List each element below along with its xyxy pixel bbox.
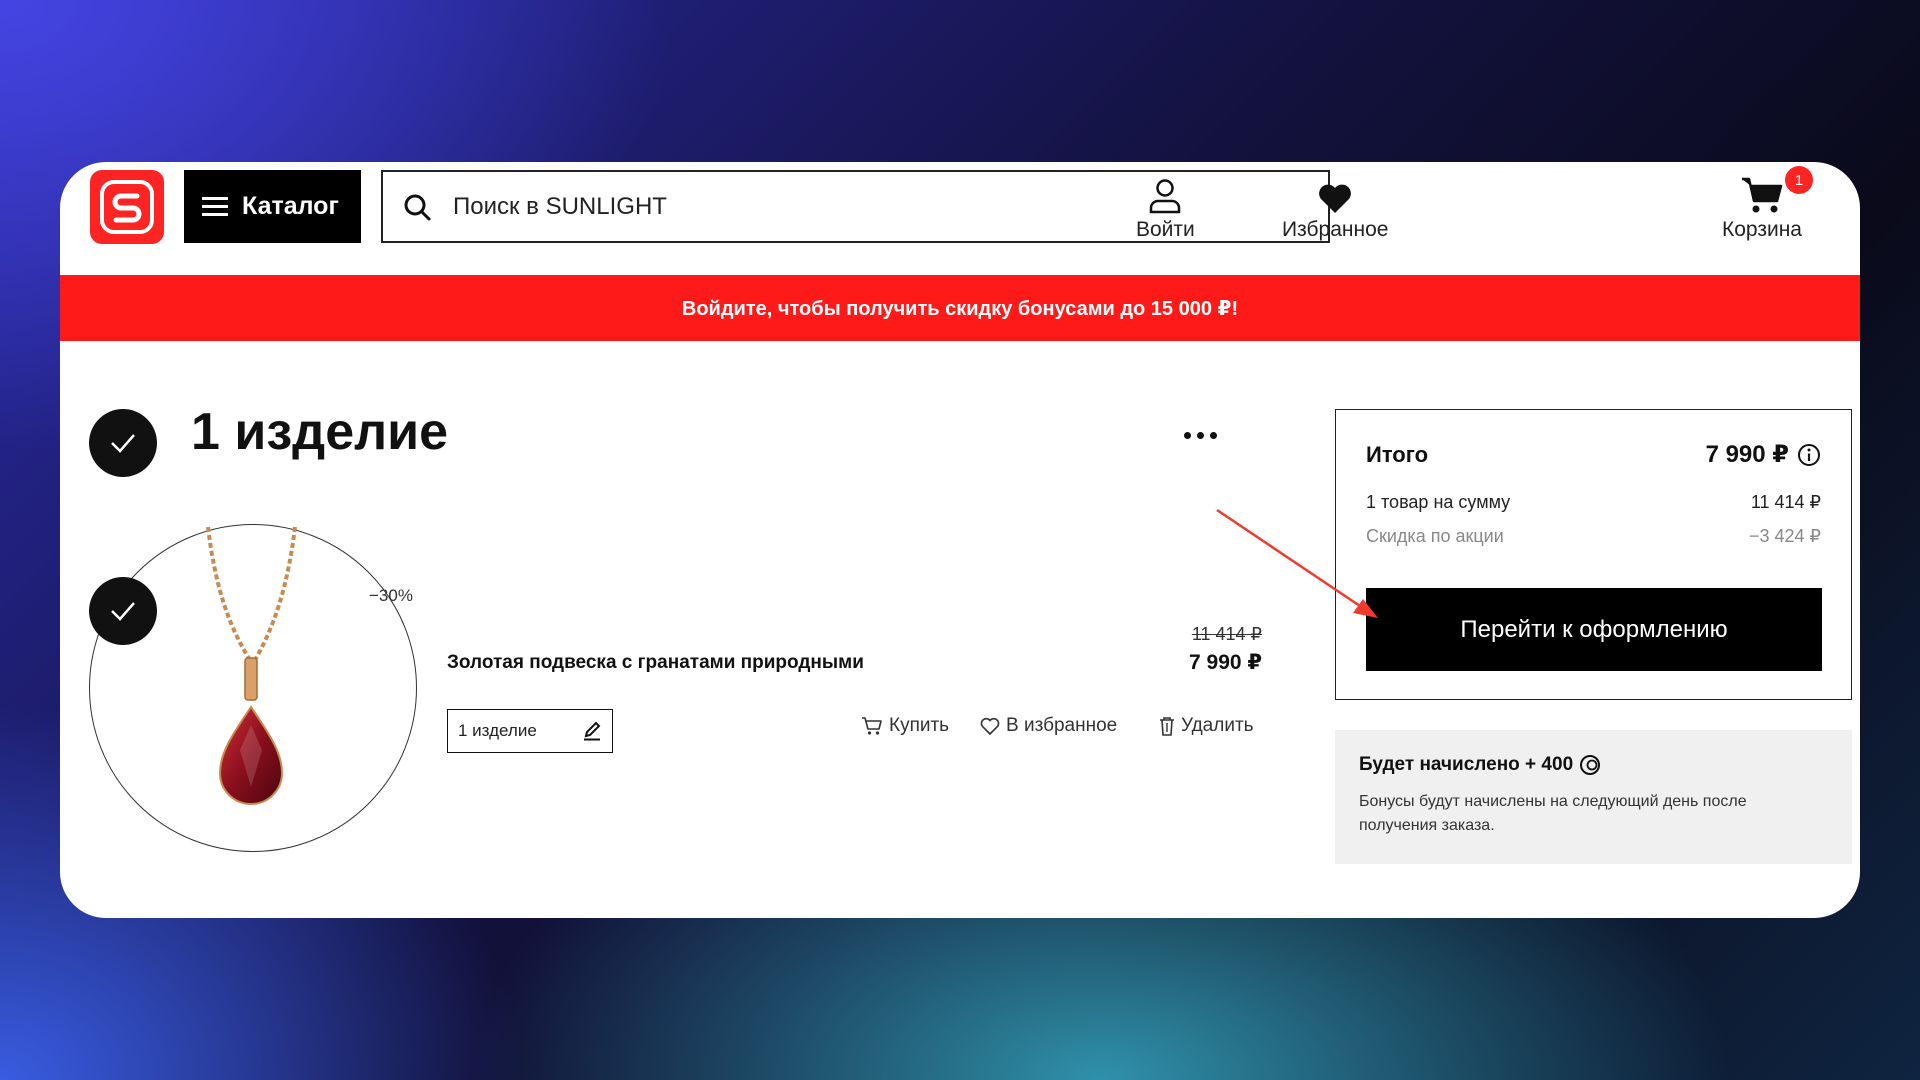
- heart-icon: [1317, 176, 1353, 214]
- login-label: Войти: [1136, 218, 1195, 241]
- checkmark-icon: [111, 434, 135, 453]
- checkmark-icon: [111, 602, 135, 621]
- bonus-title: Будет начислено + 400: [1359, 754, 1574, 775]
- logo-s-icon: [100, 180, 154, 234]
- quantity-field[interactable]: 1 изделие: [447, 709, 613, 753]
- sunlight-logo[interactable]: [90, 170, 164, 244]
- login-button[interactable]: Войти: [1136, 176, 1195, 242]
- favorites-button[interactable]: Избранное: [1282, 176, 1388, 242]
- heart-outline-icon: [980, 717, 1000, 735]
- cart-outline-icon: [862, 717, 882, 735]
- shop-window: Каталог Войти Избранное: [60, 162, 1860, 918]
- checkout-button[interactable]: Перейти к оформлению: [1366, 588, 1822, 671]
- items-sum-row: 1 товар на сумму 11 414 ₽: [1366, 492, 1821, 513]
- quantity-value: 1 изделие: [458, 721, 537, 740]
- items-sum-value: 11 414 ₽: [1750, 492, 1821, 512]
- favorite-label: В избранное: [1006, 715, 1118, 736]
- bonus-title-row: Будет начислено + 400: [1359, 754, 1828, 776]
- info-icon[interactable]: [1797, 443, 1821, 467]
- discount-badge: −30%: [369, 586, 413, 605]
- select-all-checkbox[interactable]: [89, 409, 157, 477]
- product-name[interactable]: Золотая подвеска с гранатами природными: [447, 652, 864, 674]
- discount-label: Скидка по акции: [1366, 526, 1504, 546]
- discount-value: −3 424 ₽: [1748, 526, 1821, 546]
- old-price: 11 414 ₽: [1191, 624, 1262, 644]
- bonus-text: Бонусы будут начислены на следующий день…: [1359, 793, 1747, 834]
- more-options-icon[interactable]: [1184, 432, 1217, 439]
- add-to-favorites-button[interactable]: В избранное: [980, 715, 1117, 737]
- catalog-button[interactable]: Каталог: [184, 170, 361, 243]
- product-image[interactable]: [89, 524, 417, 852]
- promo-text: Войдите, чтобы получить скидку бонусами …: [681, 297, 1239, 320]
- cart-count-badge: 1: [1785, 166, 1813, 194]
- user-icon: [1148, 176, 1182, 214]
- buy-button[interactable]: Купить: [861, 715, 949, 737]
- cart-label: Корзина: [1722, 218, 1802, 241]
- garnet-pendant-image: [206, 526, 297, 805]
- cart-button[interactable]: 1 Корзина: [1722, 166, 1813, 242]
- menu-icon: [202, 197, 228, 216]
- discount-row: Скидка по акции −3 424 ₽: [1366, 526, 1821, 547]
- pencil-edit-icon[interactable]: [582, 721, 602, 741]
- total-value: 7 990 ₽: [1705, 441, 1789, 468]
- promo-banner[interactable]: Войдите, чтобы получить скидку бонусами …: [60, 275, 1860, 341]
- catalog-label: Каталог: [242, 192, 339, 220]
- total-value-group: 7 990 ₽: [1706, 440, 1821, 469]
- items-sum-label: 1 товар на сумму: [1366, 492, 1511, 512]
- cart-title: 1 изделие: [191, 403, 449, 461]
- product-checkbox[interactable]: [89, 577, 157, 645]
- bonus-info: Будет начислено + 400 Бонусы будут начис…: [1335, 730, 1852, 864]
- search-icon[interactable]: [403, 193, 431, 221]
- favorites-label: Избранное: [1282, 218, 1389, 241]
- total-label: Итого: [1366, 442, 1429, 467]
- trash-icon: [1160, 717, 1174, 736]
- delete-label: Удалить: [1181, 715, 1254, 736]
- buy-label: Купить: [889, 715, 950, 736]
- bonus-coin-icon: [1580, 755, 1601, 775]
- current-price: 7 990 ₽: [1189, 651, 1262, 674]
- order-summary: Итого 7 990 ₽ 1 товар на сумму 11 414 ₽ …: [1335, 409, 1852, 700]
- cart-icon: 1: [1741, 166, 1813, 214]
- delete-button[interactable]: Удалить: [1159, 715, 1254, 737]
